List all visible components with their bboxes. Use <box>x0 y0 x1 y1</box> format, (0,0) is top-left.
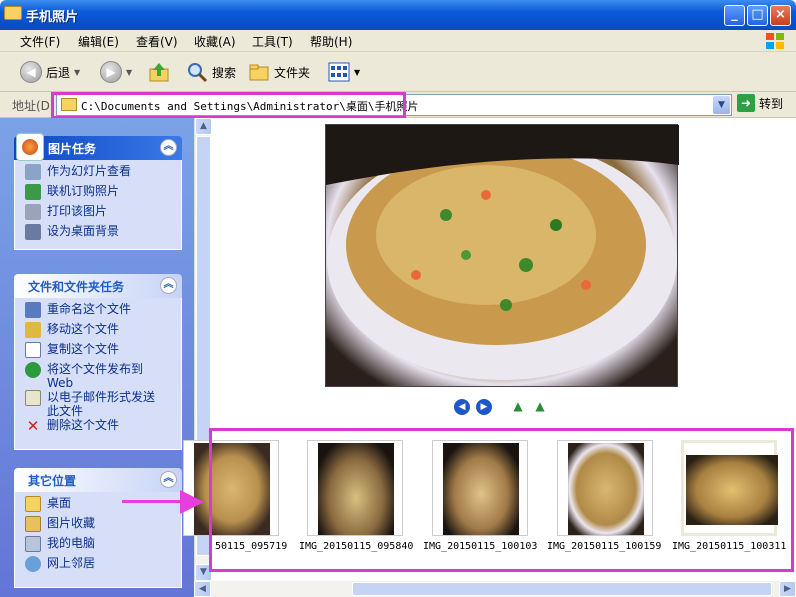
search-icon <box>188 63 208 83</box>
task-copy[interactable]: 复制这个文件 <box>25 342 181 362</box>
next-image-button[interactable]: ▶ <box>476 399 492 415</box>
minimize-button[interactable]: _ <box>724 5 745 26</box>
go-arrow-icon: ➜ <box>737 94 755 112</box>
task-order-prints[interactable]: 联机订购照片 <box>25 184 181 204</box>
title-bar: 手机照片 _ □ × <box>0 0 796 30</box>
task-slideshow[interactable]: 作为幻灯片查看 <box>25 164 181 184</box>
file-tasks-panel: 文件和文件夹任务 ︽ 重命名这个文件 移动这个文件 复制这个文件 将这个文件发布… <box>14 274 182 450</box>
my-computer-icon <box>25 536 41 552</box>
other-places-header[interactable]: 其它位置 ︽ <box>14 468 182 492</box>
folders-button[interactable]: 文件夹 <box>248 59 310 85</box>
my-pictures-icon <box>25 516 41 532</box>
preview-image <box>325 124 679 387</box>
email-icon <box>25 390 41 406</box>
folders-icon <box>249 64 269 81</box>
desktop-background-icon <box>25 224 41 240</box>
filmstrip-highlight <box>209 428 794 572</box>
slideshow-icon <box>25 164 41 180</box>
rotate-counterclockwise-button[interactable]: ▲ <box>532 399 548 413</box>
search-label: 搜索 <box>212 65 237 80</box>
file-tasks-body: 重命名这个文件 移动这个文件 复制这个文件 将这个文件发布到 Web 以电子邮件… <box>14 298 182 450</box>
scroll-up-button[interactable]: ▲ <box>195 118 212 135</box>
menu-view[interactable]: 查看(V) <box>136 33 178 50</box>
menu-help[interactable]: 帮助(H) <box>310 33 352 50</box>
previous-image-button[interactable]: ◀ <box>454 399 470 415</box>
network-icon <box>25 556 41 572</box>
folder-icon <box>4 6 22 20</box>
address-highlight <box>51 92 406 119</box>
task-rename[interactable]: 重命名这个文件 <box>25 302 181 322</box>
viewer-controls: ◀ ▶ <box>454 399 492 415</box>
order-prints-icon <box>25 184 41 200</box>
picture-tasks-title: 图片任务 <box>48 142 97 156</box>
rotate-clockwise-button[interactable]: ▲ <box>510 399 526 413</box>
scroll-left-button[interactable]: ◀ <box>194 581 211 597</box>
place-network[interactable]: 网上邻居 <box>25 556 181 576</box>
menu-file[interactable]: 文件(F) <box>20 33 60 50</box>
forward-button[interactable]: ▶ ▼ <box>100 59 132 85</box>
rename-icon <box>25 302 41 318</box>
toolbar: ◀ 后退 ▼ ▶ ▼ 搜索 文件夹 ▼ <box>0 52 796 92</box>
windows-logo-icon <box>766 33 784 49</box>
annotation-arrow <box>122 490 204 514</box>
search-button[interactable]: 搜索 <box>186 59 236 85</box>
task-delete[interactable]: ✕ 删除这个文件 <box>25 418 181 438</box>
scroll-right-button[interactable]: ▶ <box>779 581 796 597</box>
go-button[interactable]: ➜ 转到 <box>737 94 783 112</box>
task-set-background[interactable]: 设为桌面背景 <box>25 224 181 244</box>
copy-icon <box>25 342 41 358</box>
menu-tools[interactable]: 工具(T) <box>252 33 293 50</box>
publish-web-icon <box>25 362 41 378</box>
file-tasks-header[interactable]: 文件和文件夹任务 ︽ <box>14 274 182 298</box>
rotate-controls: ▲ ▲ <box>510 399 548 415</box>
desktop-folder-icon <box>25 496 41 512</box>
address-label: 地址(D) <box>12 99 55 113</box>
file-tasks-title: 文件和文件夹任务 <box>28 280 125 294</box>
task-pane: 图片任务 ︽ 作为幻灯片查看 联机订购照片 打印该图片 设为桌面背景 文件和文件… <box>0 118 194 597</box>
place-my-pictures[interactable]: 图片收藏 <box>25 516 181 536</box>
collapse-chevron-icon[interactable]: ︽ <box>160 139 177 156</box>
horizontal-scroll-thumb[interactable] <box>352 582 772 596</box>
views-button[interactable]: ▼ <box>328 59 360 85</box>
back-label: 后退 <box>46 65 71 80</box>
task-publish-web[interactable]: 将这个文件发布到 Web <box>25 362 181 390</box>
task-move[interactable]: 移动这个文件 <box>25 322 181 342</box>
forward-arrow-icon: ▶ <box>100 61 122 83</box>
up-folder-button[interactable] <box>148 59 170 85</box>
other-places-panel: 其它位置 ︽ 桌面 图片收藏 我的电脑 网上邻居 <box>14 468 182 588</box>
move-icon <box>25 322 41 338</box>
collapse-chevron-icon[interactable]: ︽ <box>160 277 177 294</box>
picture-tasks-icon <box>16 133 44 161</box>
close-button[interactable]: × <box>770 5 791 26</box>
other-places-title: 其它位置 <box>28 474 77 488</box>
task-print-picture[interactable]: 打印该图片 <box>25 204 181 224</box>
horizontal-scrollbar[interactable]: ◀ ▶ <box>194 581 796 597</box>
window-title: 手机照片 <box>26 10 79 25</box>
menu-edit[interactable]: 编辑(E) <box>78 33 119 50</box>
place-my-computer[interactable]: 我的电脑 <box>25 536 181 556</box>
picture-tasks-body: 作为幻灯片查看 联机订购照片 打印该图片 设为桌面背景 <box>14 160 182 250</box>
picture-tasks-panel: 图片任务 ︽ 作为幻灯片查看 联机订购照片 打印该图片 设为桌面背景 <box>14 133 182 250</box>
collapse-chevron-icon[interactable]: ︽ <box>160 471 177 488</box>
delete-x-icon: ✕ <box>26 417 40 435</box>
maximize-button[interactable]: □ <box>747 5 768 26</box>
printer-icon <box>25 204 41 220</box>
menu-bar: 文件(F) 编辑(E) 查看(V) 收藏(A) 工具(T) 帮助(H) <box>0 30 796 52</box>
menu-favorites[interactable]: 收藏(A) <box>194 33 236 50</box>
up-folder-icon <box>149 63 169 82</box>
back-arrow-icon: ◀ <box>20 61 42 83</box>
folders-label: 文件夹 <box>274 65 311 80</box>
address-dropdown-button[interactable]: ▼ <box>713 96 730 114</box>
picture-tasks-header[interactable]: 图片任务 ︽ <box>14 133 182 161</box>
views-icon <box>328 62 350 82</box>
back-button[interactable]: ◀ 后退 ▼ <box>20 59 80 85</box>
task-email[interactable]: 以电子邮件形式发送此文件 <box>25 390 181 418</box>
go-label: 转到 <box>759 96 784 111</box>
